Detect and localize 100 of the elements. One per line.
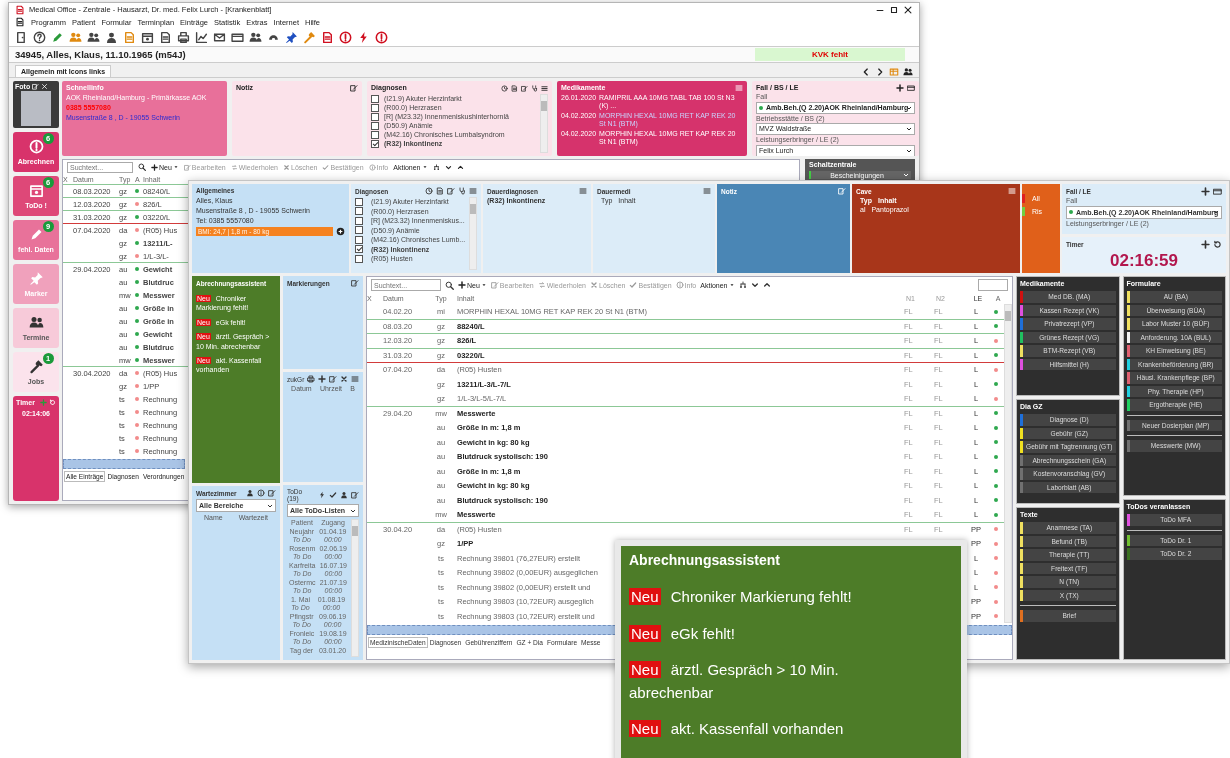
card-icon[interactable] bbox=[1213, 187, 1222, 196]
document-icon[interactable] bbox=[321, 30, 334, 44]
document-icon bbox=[15, 17, 25, 27]
checkbox[interactable] bbox=[371, 139, 379, 148]
caret-icon bbox=[906, 147, 912, 154]
caret-icon bbox=[728, 282, 735, 288]
info-icon bbox=[368, 163, 376, 171]
people-icon[interactable] bbox=[249, 30, 262, 44]
edit-icon[interactable] bbox=[268, 489, 276, 497]
checkbox[interactable] bbox=[355, 207, 363, 216]
edit-icon[interactable] bbox=[521, 84, 528, 92]
chevron-right-icon[interactable] bbox=[875, 67, 885, 77]
tree-icon[interactable] bbox=[432, 163, 440, 171]
plus-icon[interactable] bbox=[1201, 240, 1210, 249]
edit-icon[interactable] bbox=[329, 375, 338, 383]
checkbox[interactable] bbox=[371, 112, 379, 121]
plus-icon[interactable] bbox=[318, 375, 327, 383]
checkbox[interactable] bbox=[355, 254, 363, 263]
printer-icon[interactable] bbox=[177, 30, 190, 44]
person-icon[interactable] bbox=[105, 30, 118, 44]
calendar-icon bbox=[28, 183, 44, 198]
patient-name: 34945, Alles, Klaus, 11.10.1965 (m54J) bbox=[15, 49, 186, 60]
pin-icon[interactable] bbox=[285, 30, 298, 44]
maximize-icon[interactable] bbox=[889, 4, 899, 15]
chart-icon[interactable] bbox=[195, 30, 208, 44]
scrollbar[interactable] bbox=[469, 197, 477, 270]
scrollbar[interactable] bbox=[1004, 304, 1012, 623]
stethoscope-icon[interactable] bbox=[531, 84, 538, 92]
card-icon[interactable] bbox=[907, 84, 915, 92]
reset-icon[interactable] bbox=[1213, 240, 1222, 249]
plus-icon[interactable] bbox=[1201, 187, 1210, 196]
arrows-icon bbox=[230, 163, 238, 171]
chevron-up-icon[interactable] bbox=[762, 281, 771, 289]
caret-icon bbox=[906, 126, 912, 132]
alert-icon bbox=[28, 139, 44, 154]
person-icon[interactable] bbox=[340, 491, 348, 499]
checkbox[interactable] bbox=[371, 103, 379, 112]
tree-icon[interactable] bbox=[738, 281, 747, 289]
calendar-icon[interactable] bbox=[141, 30, 154, 44]
person-icon[interactable] bbox=[246, 489, 254, 497]
photo-placeholder bbox=[21, 91, 51, 126]
edit-icon[interactable] bbox=[32, 83, 40, 90]
edit-icon bbox=[490, 281, 499, 289]
alert-icon[interactable] bbox=[339, 30, 352, 44]
chevron-left-icon[interactable] bbox=[861, 67, 871, 77]
edit-icon bbox=[183, 163, 191, 171]
edit-icon[interactable] bbox=[447, 187, 455, 195]
cross-icon[interactable] bbox=[340, 375, 349, 383]
caret-icon bbox=[421, 164, 428, 170]
caret-icon bbox=[903, 172, 909, 178]
info-icon[interactable] bbox=[257, 489, 265, 497]
door-icon[interactable] bbox=[15, 30, 28, 44]
edit-icon[interactable] bbox=[350, 84, 358, 92]
info-icon bbox=[675, 281, 684, 289]
checkbox[interactable] bbox=[355, 197, 363, 206]
close-icon[interactable] bbox=[903, 4, 913, 15]
chevron-down-icon[interactable] bbox=[750, 281, 759, 289]
checkbox[interactable] bbox=[355, 226, 363, 235]
input-field[interactable] bbox=[978, 279, 1008, 291]
message: Neu akt. Kassenfall vorhanden bbox=[629, 719, 845, 739]
search-icon[interactable] bbox=[445, 280, 454, 290]
caret-icon bbox=[480, 282, 487, 288]
pen-icon[interactable] bbox=[51, 30, 64, 44]
cross-icon bbox=[590, 281, 598, 289]
scrollbar[interactable] bbox=[540, 94, 548, 153]
stethoscope-icon[interactable] bbox=[458, 187, 466, 195]
document-icon[interactable] bbox=[511, 84, 518, 92]
message: Neu eGk fehlt! bbox=[629, 623, 736, 644]
checkbox[interactable] bbox=[355, 245, 363, 254]
people-icon[interactable] bbox=[903, 67, 913, 77]
people-icon[interactable] bbox=[87, 30, 100, 44]
edit-icon[interactable] bbox=[351, 491, 359, 499]
edit-icon[interactable] bbox=[351, 279, 359, 287]
checkbox[interactable] bbox=[355, 235, 363, 244]
plus-icon[interactable] bbox=[896, 84, 904, 92]
add-icon[interactable] bbox=[336, 227, 345, 236]
check-icon[interactable] bbox=[329, 491, 337, 499]
document-icon[interactable] bbox=[436, 187, 444, 195]
chevron-down-icon[interactable] bbox=[444, 163, 452, 171]
caret-icon bbox=[1213, 209, 1219, 215]
clock-icon[interactable] bbox=[425, 187, 433, 195]
printer-icon[interactable] bbox=[307, 375, 316, 383]
hammer-icon[interactable] bbox=[303, 30, 316, 44]
bolt-icon[interactable] bbox=[318, 491, 326, 499]
help-icon[interactable] bbox=[33, 30, 46, 44]
clock-icon[interactable] bbox=[501, 84, 508, 92]
search-icon[interactable] bbox=[138, 163, 146, 171]
chevron-up-icon[interactable] bbox=[456, 163, 464, 171]
document-icon[interactable] bbox=[159, 30, 172, 44]
checkbox[interactable] bbox=[355, 216, 363, 225]
checkbox[interactable] bbox=[371, 130, 379, 139]
arrows-icon bbox=[537, 281, 546, 289]
checkbox[interactable] bbox=[371, 94, 379, 103]
close-icon[interactable] bbox=[41, 83, 49, 90]
scrollbar[interactable] bbox=[351, 519, 359, 657]
alert-icon[interactable] bbox=[375, 30, 388, 44]
check-icon bbox=[322, 163, 330, 171]
checkbox[interactable] bbox=[371, 121, 379, 130]
menu-icon[interactable] bbox=[541, 84, 548, 92]
card-warning: KVK fehlt bbox=[755, 48, 905, 61]
